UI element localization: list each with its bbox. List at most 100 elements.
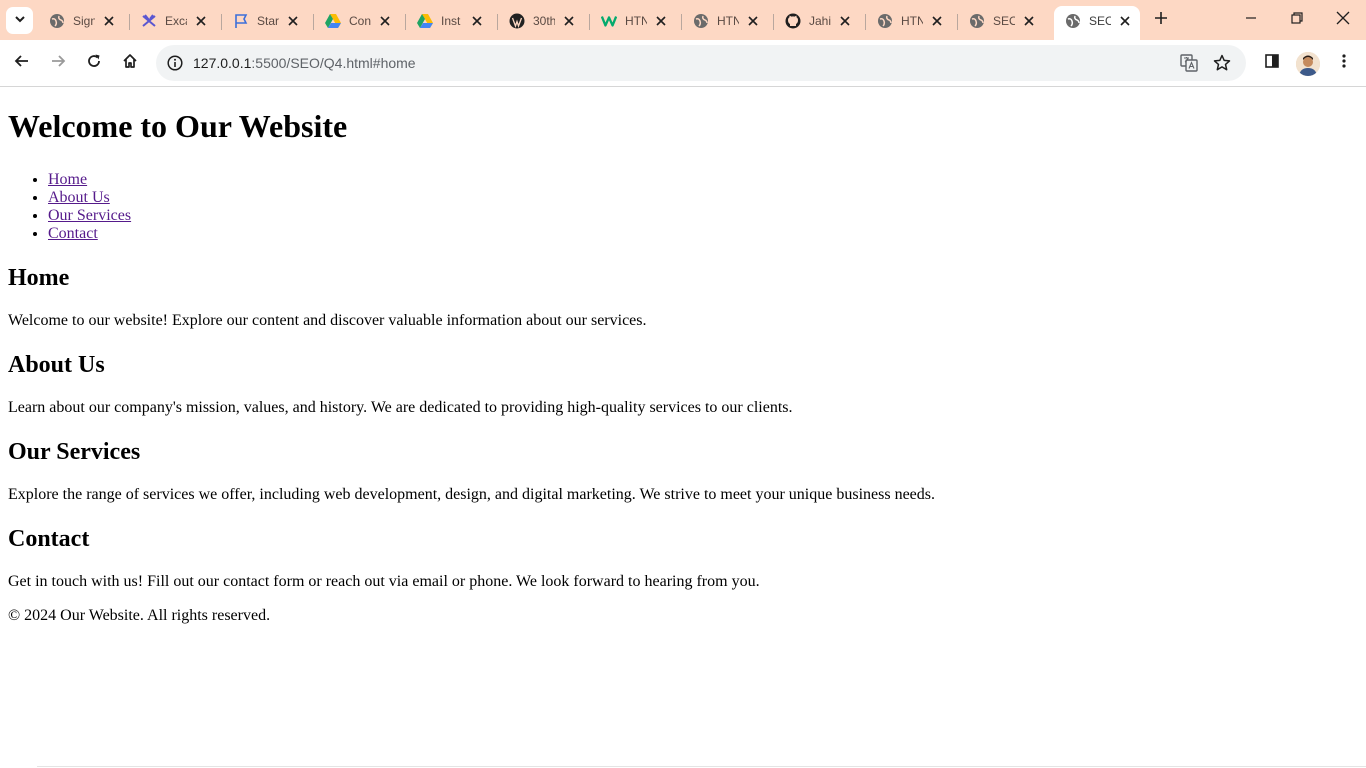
avatar[interactable] — [1296, 52, 1320, 76]
tab-title: Sign — [73, 14, 95, 28]
browser-tab[interactable]: Inst — [405, 8, 498, 34]
tab-separator — [865, 14, 866, 30]
close-icon[interactable] — [745, 13, 761, 29]
url-host: 127.0.0.1 — [193, 55, 252, 71]
globe-icon — [969, 13, 985, 29]
page-title: Welcome to Our Website — [8, 108, 348, 144]
menu-button[interactable] — [1330, 49, 1358, 77]
github-icon — [785, 13, 801, 29]
close-icon[interactable] — [1117, 13, 1133, 29]
nav-item: About Us — [48, 189, 1358, 207]
browser-tab[interactable]: HTN — [589, 8, 682, 34]
close-icon[interactable] — [101, 13, 117, 29]
browser-tab[interactable]: Sign — [38, 8, 130, 34]
nav-item: Our Services — [48, 207, 1358, 225]
nav-link-home[interactable]: Home — [48, 171, 87, 188]
tab-separator — [129, 14, 130, 30]
tab-title: HTN — [901, 14, 923, 28]
forward-button[interactable] — [44, 49, 72, 77]
nav-link-about[interactable]: About Us — [48, 189, 110, 206]
close-window-button[interactable] — [1320, 0, 1366, 40]
nav-link-services[interactable]: Our Services — [48, 207, 131, 224]
section-heading-contact: Contact — [8, 526, 90, 552]
chevron-down-icon — [14, 12, 26, 30]
section-services: Our Services Explore the range of servic… — [8, 438, 1358, 504]
tab-title: SEO — [1089, 14, 1111, 28]
close-icon[interactable] — [653, 13, 669, 29]
browser-tab[interactable]: Jahi — [773, 8, 866, 34]
tab-separator — [313, 14, 314, 30]
tab-title: Inst — [441, 14, 461, 28]
browser-tab-active[interactable]: SEO — [1054, 6, 1140, 40]
globe-icon — [1065, 13, 1081, 29]
close-icon[interactable] — [1021, 13, 1037, 29]
tab-title: HTN — [717, 14, 739, 28]
section-text-services: Explore the range of services we offer, … — [8, 486, 936, 503]
url-text[interactable]: 127.0.0.1:5500/SEO/Q4.html#home — [193, 54, 416, 72]
reload-button[interactable] — [80, 49, 108, 77]
home-icon — [122, 53, 138, 74]
browser-tab[interactable]: Con — [313, 8, 406, 34]
url-path: :5500/SEO/Q4.html#home — [251, 55, 416, 71]
section-heading-about: About Us — [8, 352, 105, 378]
restore-button[interactable] — [1274, 0, 1320, 40]
section-about: About Us Learn about our company's missi… — [8, 351, 1358, 417]
section-contact: Contact Get in touch with us! Fill out o… — [8, 525, 1358, 591]
minimize-button[interactable] — [1228, 0, 1274, 40]
tab-separator — [221, 14, 222, 30]
globe-icon — [693, 13, 709, 29]
bottom-divider — [37, 766, 1366, 767]
close-icon[interactable] — [837, 13, 853, 29]
home-button[interactable] — [116, 49, 144, 77]
new-tab-button[interactable] — [1150, 9, 1172, 31]
tab-title: SEO — [993, 14, 1015, 28]
section-text-about: Learn about our company's mission, value… — [8, 399, 793, 416]
close-icon[interactable] — [377, 13, 393, 29]
nav-link-contact[interactable]: Contact — [48, 225, 98, 242]
close-icon[interactable] — [929, 13, 945, 29]
section-text-home: Welcome to our website! Explore our cont… — [8, 312, 647, 329]
side-panel-icon — [1264, 53, 1280, 74]
page-footer: © 2024 Our Website. All rights reserved. — [8, 607, 271, 624]
tab-strip: Sign Exca Star Con — [0, 0, 1366, 40]
tab-separator — [405, 14, 406, 30]
globe-icon — [877, 13, 893, 29]
tab-separator — [773, 14, 774, 30]
reload-icon — [86, 53, 102, 74]
tab-title: 30th — [533, 14, 555, 28]
arrow-left-icon — [14, 53, 30, 74]
site-info-icon[interactable] — [163, 51, 187, 75]
star-icon[interactable] — [1210, 51, 1234, 75]
tab-search-button[interactable] — [6, 7, 33, 34]
more-vertical-icon — [1336, 53, 1352, 74]
browser-tab[interactable]: HTN — [681, 8, 774, 34]
close-icon[interactable] — [193, 13, 209, 29]
tab-separator — [957, 14, 958, 30]
tab-separator — [497, 14, 498, 30]
nav-item: Home — [48, 171, 1358, 189]
tab-title: Jahi — [809, 14, 831, 28]
section-heading-services: Our Services — [8, 439, 141, 465]
browser-tab[interactable]: SEO — [957, 8, 1050, 34]
browser-tab[interactable]: HTN — [865, 8, 958, 34]
browser-tab[interactable]: Star — [221, 8, 314, 34]
nav-item: Contact — [48, 225, 1358, 243]
minimize-icon — [1245, 11, 1257, 29]
google-drive-icon — [417, 13, 433, 29]
arrow-right-icon — [50, 53, 66, 74]
tab-title: Exca — [165, 14, 187, 28]
nav-list: Home About Us Our Services Contact — [8, 171, 1358, 243]
back-button[interactable] — [8, 49, 36, 77]
close-icon[interactable] — [561, 13, 577, 29]
browser-tab[interactable]: Exca — [129, 8, 222, 34]
translate-icon[interactable] — [1177, 51, 1201, 75]
tab-separator — [681, 14, 682, 30]
flag-icon — [233, 13, 249, 29]
close-icon[interactable] — [285, 13, 301, 29]
side-panel-button[interactable] — [1258, 49, 1286, 77]
close-icon[interactable] — [469, 13, 485, 29]
address-bar[interactable]: 127.0.0.1:5500/SEO/Q4.html#home — [156, 45, 1246, 81]
browser-tab[interactable]: 30th — [497, 8, 590, 34]
wordpress-icon — [509, 13, 525, 29]
plus-icon — [1154, 11, 1168, 30]
